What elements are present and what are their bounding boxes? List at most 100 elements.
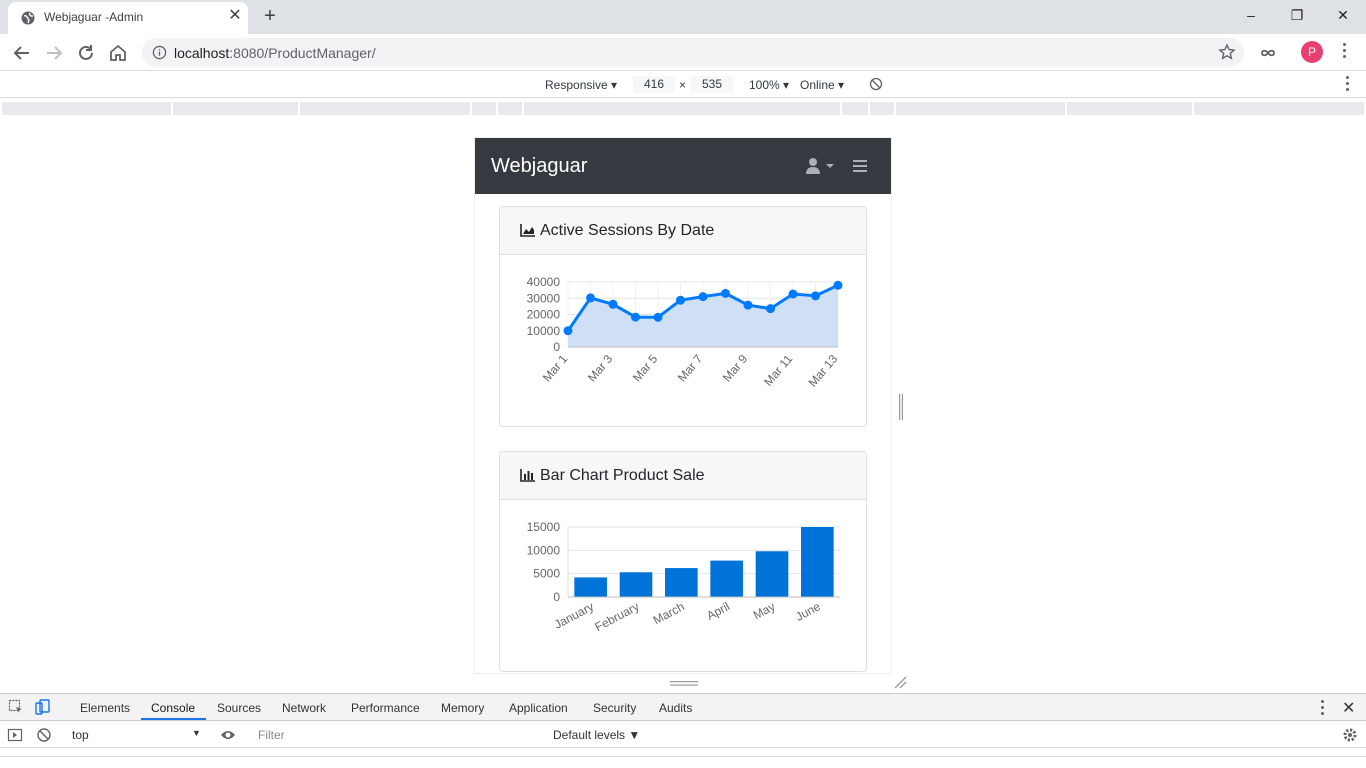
devtools-tab-audits[interactable]: Audits	[659, 701, 692, 715]
browser-menu-icon[interactable]	[1341, 43, 1347, 61]
dimension-separator: ×	[679, 78, 687, 92]
active-sessions-area-chart: 010000200003000040000Mar 1 Mar 3 Mar 5 Mar …	[527, 275, 843, 390]
data-point	[811, 291, 820, 301]
infinity-extension-icon[interactable]	[1256, 41, 1280, 65]
ruler-segment[interactable]	[1194, 102, 1364, 115]
x-tick-label: Mar 13	[806, 352, 841, 390]
profile-avatar[interactable]: P	[1301, 41, 1323, 63]
ruler-segment[interactable]	[472, 102, 496, 115]
y-tick-label: 30000	[527, 291, 561, 305]
height-resize-handle[interactable]	[670, 680, 698, 688]
browser-tab[interactable]: Webjaguar -Admin ✕	[8, 2, 248, 34]
minimize-button[interactable]: –	[1237, 4, 1265, 26]
data-point	[586, 293, 595, 303]
ruler-segment[interactable]	[842, 102, 868, 115]
console-scroll-area	[0, 756, 1366, 762]
x-tick-label: Mar 7	[675, 352, 706, 385]
viewport-height-input[interactable]: 535	[691, 76, 733, 93]
settings-gear-icon[interactable]	[1342, 727, 1358, 743]
context-selector[interactable]: top ▼	[72, 728, 202, 742]
hamburger-menu-icon[interactable]	[853, 159, 867, 173]
close-tab-icon[interactable]: ✕	[226, 7, 244, 25]
data-point	[766, 304, 775, 314]
devtools-close-icon[interactable]: ✕	[1342, 698, 1355, 718]
devtools-tab-application[interactable]: Application	[509, 701, 568, 715]
corner-resize-handle[interactable]	[893, 675, 907, 689]
ruler-segment[interactable]	[300, 102, 470, 115]
browser-toolbar: localhost:8080/ProductManager/ P	[0, 34, 1366, 71]
devtools-tab-performance[interactable]: Performance	[351, 701, 420, 715]
globe-icon	[21, 11, 35, 25]
device-mode-dropdown[interactable]: Responsive ▾	[545, 78, 617, 92]
ruler-segment[interactable]	[498, 102, 522, 115]
area-chart-icon	[520, 224, 535, 237]
active-tab-indicator	[141, 718, 206, 720]
info-icon[interactable]	[152, 45, 167, 60]
tab-title: Webjaguar -Admin	[44, 10, 144, 24]
ruler-segment[interactable]	[896, 102, 1065, 115]
bookmark-star-icon[interactable]	[1218, 43, 1236, 61]
devtools-tab-console[interactable]: Console	[151, 701, 195, 715]
devtools-tab-elements[interactable]: Elements	[80, 701, 130, 715]
bar	[619, 572, 653, 597]
new-tab-button[interactable]: +	[260, 5, 280, 27]
device-viewport: Webjaguar Active Sessions By Date 0 10000…	[475, 138, 891, 673]
zoom-dropdown[interactable]: 100% ▾	[749, 78, 789, 92]
forward-arrow-icon[interactable]	[42, 41, 66, 65]
devtools-tabbar: Elements Console Sources Network Performance…	[0, 694, 1366, 721]
devtools-tab-security[interactable]: Security	[593, 701, 636, 715]
width-resize-handle[interactable]	[898, 394, 904, 420]
data-point	[743, 300, 753, 310]
device-toolbar-menu-icon[interactable]	[1344, 76, 1350, 94]
y-tick-label: 10000	[527, 324, 561, 338]
x-tick-label: April	[704, 599, 732, 623]
back-arrow-icon[interactable]	[10, 41, 34, 65]
user-dropdown-icon[interactable]	[805, 157, 835, 175]
ruler-segment[interactable]	[870, 102, 894, 115]
bar	[665, 568, 698, 597]
emulation-stage: Webjaguar Active Sessions By Date 0 10000…	[0, 117, 1366, 693]
devtools-tab-sources[interactable]: Sources	[217, 701, 261, 715]
data-point	[698, 292, 708, 302]
window-close-button[interactable]: ✕	[1329, 4, 1357, 26]
device-toggle-icon[interactable]	[34, 699, 50, 715]
reload-icon[interactable]	[74, 41, 98, 65]
clear-console-icon[interactable]	[36, 727, 52, 743]
data-point	[788, 289, 798, 299]
data-point	[608, 299, 618, 309]
x-tick-label: Mar 11	[761, 352, 795, 389]
sidebar-toggle-icon[interactable]	[7, 727, 23, 743]
devtools-menu-icon[interactable]	[1319, 700, 1325, 718]
y-tick-label: 0	[553, 590, 560, 604]
ruler-segment[interactable]	[1067, 102, 1192, 115]
network-throttle-dropdown[interactable]: Online ▾	[800, 78, 844, 92]
maximize-button[interactable]: ❐	[1283, 4, 1311, 26]
data-point	[563, 326, 573, 336]
log-levels-dropdown[interactable]: Default levels ▼	[553, 728, 640, 742]
ruler-segment[interactable]	[2, 102, 171, 115]
data-point	[631, 312, 640, 322]
context-caret-icon: ▼	[192, 728, 201, 738]
console-filter-input[interactable]: Filter	[252, 726, 544, 744]
brand-logo[interactable]: Webjaguar	[491, 155, 587, 178]
x-tick-label: May	[751, 599, 778, 622]
viewport-width-input[interactable]: 416	[633, 76, 675, 93]
address-bar[interactable]: localhost:8080/ProductManager/	[142, 38, 1244, 67]
devtools-tab-network[interactable]: Network	[282, 701, 326, 715]
rotate-disabled-icon[interactable]	[869, 77, 883, 91]
home-icon[interactable]	[106, 41, 130, 65]
ruler-segment[interactable]	[173, 102, 298, 115]
eye-icon[interactable]	[220, 727, 236, 743]
context-value: top	[72, 728, 89, 742]
product-sales-card-title: Bar Chart Product Sale	[540, 467, 705, 484]
product-sales-card-header: Bar Chart Product Sale	[500, 452, 866, 500]
bar	[710, 560, 743, 597]
inspect-element-icon[interactable]	[8, 699, 24, 715]
url-text[interactable]: localhost:8080/ProductManager/	[174, 45, 376, 61]
bar	[574, 577, 607, 597]
bar-chart-icon	[520, 469, 535, 482]
ruler-segment[interactable]	[524, 102, 840, 115]
devtools-tab-memory[interactable]: Memory	[441, 701, 484, 715]
data-point	[676, 295, 685, 305]
sessions-card-header: Active Sessions By Date	[500, 207, 866, 255]
